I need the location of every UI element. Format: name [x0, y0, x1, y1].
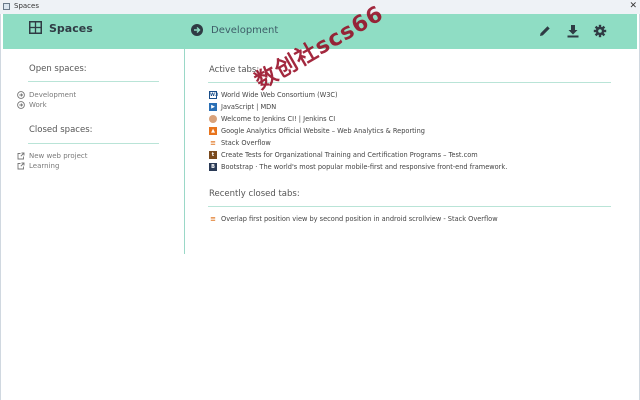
arrow-circle-icon: [17, 101, 25, 109]
spaces-grid-icon: [29, 21, 42, 34]
window-titlebar[interactable]: Spaces ✕: [0, 0, 640, 15]
tab-title: Google Analytics Official Website – Web …: [221, 127, 425, 135]
active-tab-item[interactable]: W3 World Wide Web Consortium (W3C): [209, 90, 338, 100]
gear-icon[interactable]: [593, 24, 607, 38]
arrow-circle-icon: [191, 24, 203, 36]
sidebar-item-label: Work: [29, 101, 47, 109]
recently-closed-heading: Recently closed tabs:: [209, 189, 300, 199]
edit-pencil-icon[interactable]: [538, 24, 552, 38]
active-tab-item[interactable]: ▲ Google Analytics Official Website – We…: [209, 126, 425, 136]
tab-title: Bootstrap · The world's most popular mob…: [221, 163, 508, 171]
stackoverflow-favicon: ≡: [210, 139, 216, 147]
mdn-favicon: ▶: [209, 103, 217, 111]
sidebar-item-open-space[interactable]: Work: [17, 100, 47, 110]
closed-spaces-heading: Closed spaces:: [29, 125, 93, 135]
sidebar-item-open-space[interactable]: Development: [17, 90, 76, 100]
window-close-icon[interactable]: ✕: [629, 2, 637, 11]
bootstrap-favicon: B: [209, 163, 217, 171]
sidebar-divider: [184, 49, 185, 254]
google-analytics-favicon: ▲: [209, 127, 217, 135]
closed-tab-item[interactable]: ≡ Overlap first position view by second …: [209, 214, 498, 224]
app-name: Spaces: [49, 22, 93, 35]
sidebar-item-label: Learning: [29, 162, 60, 170]
window-title: Spaces: [14, 2, 39, 10]
sidebar-item-closed-space[interactable]: New web project: [17, 151, 88, 161]
download-icon[interactable]: [566, 24, 580, 38]
app-window-icon: [3, 3, 10, 10]
external-link-icon: [17, 152, 25, 160]
open-spaces-heading: Open spaces:: [29, 64, 87, 74]
tab-title: Welcome to Jenkins CI! | Jenkins CI: [221, 115, 336, 123]
active-tab-item[interactable]: ▶ JavaScript | MDN: [209, 102, 276, 112]
tab-title: World Wide Web Consortium (W3C): [221, 91, 338, 99]
active-tab-item[interactable]: B Bootstrap · The world's most popular m…: [209, 162, 507, 172]
tab-title: Create Tests for Organizational Training…: [221, 151, 478, 159]
closed-spaces-rule: [28, 143, 159, 144]
sidebar-item-closed-space[interactable]: Learning: [17, 161, 59, 171]
open-spaces-rule: [28, 81, 159, 82]
testcom-favicon: t: [209, 151, 217, 159]
arrow-circle-icon: [17, 91, 25, 99]
sidebar: Open spaces: Development Work Closed spa…: [0, 49, 185, 259]
current-space-title[interactable]: Development: [211, 25, 278, 36]
sidebar-item-label: Development: [29, 91, 77, 99]
tab-title: Stack Overflow: [221, 139, 271, 147]
active-tab-item[interactable]: t Create Tests for Organizational Traini…: [209, 150, 478, 160]
jenkins-favicon: [209, 115, 217, 123]
tab-title: JavaScript | MDN: [221, 103, 277, 111]
active-tab-item[interactable]: Welcome to Jenkins CI! | Jenkins CI: [209, 114, 335, 124]
external-link-icon: [17, 162, 25, 170]
sidebar-item-label: New web project: [29, 152, 88, 160]
active-tab-item[interactable]: ≡ Stack Overflow: [209, 138, 271, 148]
tab-title: Overlap first position view by second po…: [221, 215, 498, 223]
stackoverflow-favicon: ≡: [210, 215, 216, 223]
w3c-favicon: W3: [209, 91, 219, 99]
recently-closed-rule: [208, 206, 611, 207]
